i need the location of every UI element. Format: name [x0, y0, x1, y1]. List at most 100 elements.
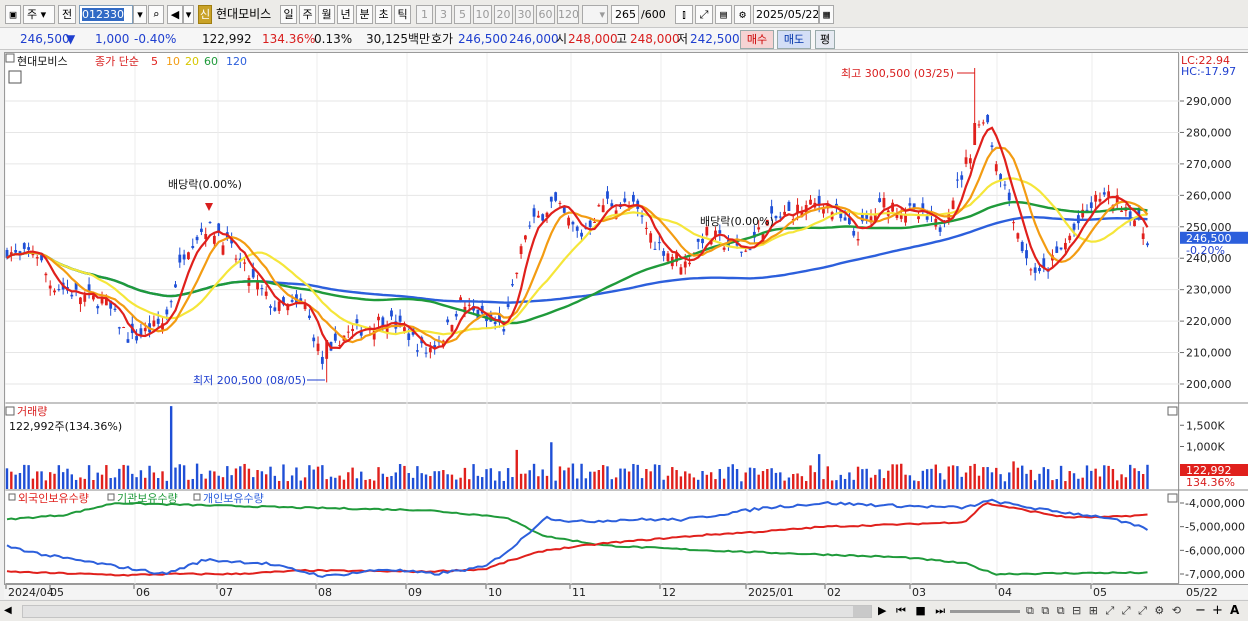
- volume-bar: [904, 474, 907, 489]
- volume-bar: [493, 480, 497, 489]
- volume-bar: [308, 465, 311, 489]
- font-size-icon[interactable]: A: [1230, 603, 1239, 617]
- period-type-select[interactable]: 주 ▾: [23, 5, 55, 24]
- period-button-tick[interactable]: 틱: [394, 5, 411, 24]
- dividend-annotation: 배당락(0.00%): [168, 178, 242, 191]
- volume-bar: [1094, 468, 1097, 489]
- high-annotation: 최고 300,500 (03/25): [841, 67, 954, 80]
- volume-bar: [416, 466, 419, 489]
- layout-icon[interactable]: ▣: [5, 5, 21, 24]
- volume-bar: [144, 477, 147, 489]
- zoom-out-icon[interactable]: −: [1195, 603, 1206, 618]
- stock-name-label: 현대모비스: [216, 7, 272, 21]
- period-button-second[interactable]: 초: [375, 5, 392, 24]
- candle-body: [1038, 267, 1041, 272]
- zoom-in-icon[interactable]: +: [1212, 603, 1223, 618]
- buy-button[interactable]: 매수: [740, 30, 774, 49]
- volume-bar: [1016, 467, 1020, 489]
- candle-body: [450, 324, 454, 332]
- candle-body: [83, 295, 87, 302]
- interval-button-5[interactable]: 5: [454, 5, 471, 24]
- volume-bar: [917, 481, 920, 489]
- x-tick-label: 04: [998, 586, 1012, 599]
- volume-bar: [977, 475, 981, 489]
- playback-controls[interactable]: ▶ ⏮ ■ ⏭: [878, 604, 948, 618]
- candle-body: [273, 307, 277, 311]
- candle-body: [390, 310, 393, 317]
- volume-bar: [895, 464, 899, 489]
- volume-bar: [122, 464, 125, 489]
- count-input[interactable]: 265: [611, 5, 639, 24]
- volume-bar: [891, 464, 894, 489]
- open-price: 248,000: [568, 32, 618, 46]
- volume-bar: [1107, 465, 1110, 489]
- volume-bar: [779, 472, 782, 489]
- toolbar: ▣ 주 ▾ 전 012330 ▾ ⌕ ◀ ▾ 신 현대모비스 일 주 월 년 분…: [0, 0, 1248, 28]
- candle-body: [679, 267, 683, 275]
- zoom-slider[interactable]: [950, 610, 1020, 613]
- stock-code-input[interactable]: 012330: [79, 5, 133, 24]
- scrollbar-thumb[interactable]: [853, 606, 871, 617]
- candle-body: [653, 248, 657, 250]
- volume-bar: [1025, 473, 1028, 489]
- avg-button[interactable]: 평: [815, 30, 835, 49]
- volume-bar: [152, 472, 156, 489]
- interval-button-1[interactable]: 1: [416, 5, 433, 24]
- volume-bar: [1055, 479, 1058, 489]
- interval-button-120[interactable]: 120: [557, 5, 579, 24]
- period-button-day[interactable]: 일: [280, 5, 297, 24]
- speaker-icon[interactable]: ◀: [167, 5, 183, 24]
- calendar-icon[interactable]: ▦: [819, 5, 834, 24]
- volume-bar: [852, 479, 855, 489]
- bid-label: 호가: [431, 32, 454, 46]
- drawing-tool-icon[interactable]: ⤢: [695, 5, 713, 24]
- period-button-minute[interactable]: 분: [356, 5, 373, 24]
- volume-bar: [848, 472, 851, 489]
- candle-body: [597, 205, 601, 207]
- interval-button-60[interactable]: 60: [536, 5, 555, 24]
- volume-bar: [265, 474, 268, 489]
- volume-bar: [792, 474, 795, 489]
- candle-body: [770, 206, 774, 214]
- scroll-left-icon[interactable]: ◀: [4, 604, 18, 618]
- y-tick-label: 230,000: [1186, 284, 1232, 297]
- period-button-month[interactable]: 월: [318, 5, 335, 24]
- interval-button-3[interactable]: 3: [435, 5, 452, 24]
- volume-bar: [70, 474, 73, 489]
- search-icon[interactable]: ⌕: [148, 5, 164, 24]
- chart-area[interactable]: 현대모비스 종가 단순 5 10 20 60 120 최고 300,500 (03/25) 최저…: [4, 52, 1230, 585]
- gear-icon[interactable]: ⚙: [734, 5, 751, 24]
- volume-bar: [774, 472, 778, 489]
- volume-bar: [481, 477, 484, 489]
- volume-bar: [174, 467, 177, 489]
- interval-dropdown[interactable]: ▾: [582, 5, 608, 24]
- low-price: 242,500: [690, 32, 740, 46]
- ma-title: 종가 단순: [95, 55, 139, 68]
- speaker-dropdown-icon[interactable]: ▾: [183, 5, 194, 24]
- candle-body: [355, 319, 359, 324]
- view-tools[interactable]: ⧉ ⧉ ⧉ ⊟ ⊞ ⤢ ⤢ ⤢ ⚙ ⟲: [1026, 604, 1183, 618]
- volume-bar: [1064, 481, 1067, 489]
- period-button-week[interactable]: 주: [299, 5, 316, 24]
- volume-bar: [783, 480, 786, 489]
- volume-bar: [433, 471, 436, 489]
- interval-button-10[interactable]: 10: [473, 5, 492, 24]
- sell-button[interactable]: 매도: [777, 30, 811, 49]
- volume-bar: [541, 469, 544, 489]
- candle-body: [428, 347, 432, 353]
- period-button-year[interactable]: 년: [337, 5, 354, 24]
- interval-button-30[interactable]: 30: [515, 5, 534, 24]
- horizontal-scrollbar[interactable]: [22, 605, 872, 618]
- volume-bar: [398, 464, 402, 489]
- prev-button[interactable]: 전: [58, 5, 76, 24]
- date-input[interactable]: 2025/05/22: [753, 5, 819, 24]
- save-icon[interactable]: ▤: [715, 5, 732, 24]
- price-change: 1,000: [95, 32, 130, 46]
- code-dropdown-icon[interactable]: ▾: [133, 5, 147, 24]
- volume-bar: [619, 468, 622, 489]
- interval-button-20[interactable]: 20: [494, 5, 513, 24]
- candle-body: [917, 216, 920, 220]
- candle-body: [960, 175, 964, 180]
- chart-canvas[interactable]: 현대모비스 종가 단순 5 10 20 60 120 최고 300,500 (03/25) 최저…: [4, 53, 1230, 585]
- candle-type-icon[interactable]: ⫾: [675, 5, 693, 24]
